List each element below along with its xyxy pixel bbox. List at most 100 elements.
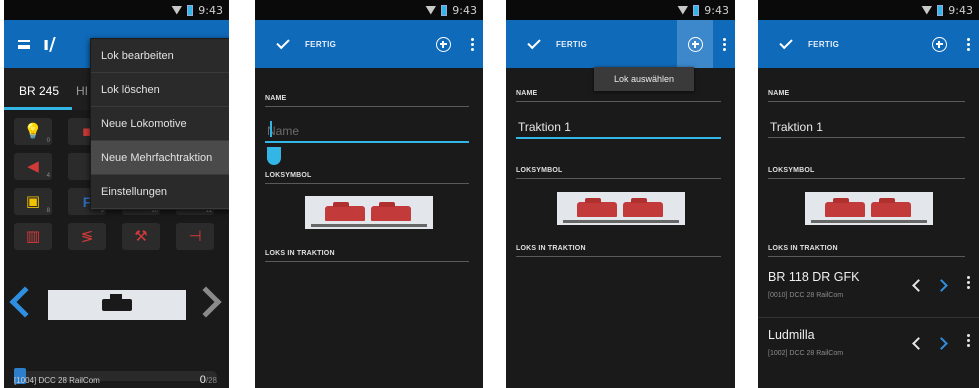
function-button[interactable]: ▣ 8 — [14, 188, 52, 215]
action-bar: FERTIG — [506, 20, 735, 68]
loco-name: BR 118 DR GFK — [768, 270, 860, 284]
loksymbol-label: LOKSYMBOL — [265, 172, 312, 179]
section-divider — [516, 101, 721, 102]
tab-br245[interactable]: BR 245 — [19, 84, 59, 98]
menu-item[interactable]: Lok bearbeiten — [91, 39, 229, 73]
done-label: FERTIG — [808, 39, 840, 49]
menu-item[interactable]: Neue Lokomotive — [91, 107, 229, 141]
status-time: 9:43 — [452, 3, 477, 17]
overflow-menu-icon[interactable] — [461, 20, 483, 68]
action-bar: FERTIG — [758, 20, 979, 68]
app-logo-icon: ı/ — [43, 34, 56, 55]
signal-icon: ≶ — [80, 227, 94, 245]
wifi-icon — [425, 5, 437, 15]
function-button[interactable]: 💡 0 — [14, 118, 52, 145]
section-divider — [265, 106, 469, 107]
crane-icon: ⚒ — [134, 227, 148, 245]
function-button[interactable]: ⚒ — [122, 223, 160, 250]
cursor-handle[interactable] — [267, 147, 281, 165]
name-input-underline — [516, 137, 721, 139]
wifi-icon — [677, 5, 689, 15]
buffer-icon: ⊣ — [188, 227, 202, 245]
name-input-underline — [768, 137, 965, 138]
tab-indicator — [4, 107, 72, 110]
direction-forward-icon[interactable] — [190, 286, 222, 318]
loco-symbol-image[interactable] — [305, 196, 433, 229]
lightbulb-icon: 💡 — [23, 122, 43, 140]
status-bar: 9:43 — [4, 0, 229, 20]
traction-loco-item[interactable]: BR 118 DR GFK [0010] DCC 28 RailCom — [758, 264, 979, 318]
screen-loco-control: 9:43 ı/ BR 245 HI 💡0▪◀4▣8F9☛10⊂⊃11▥≶⚒⊣ L… — [4, 0, 229, 388]
menu-item[interactable]: Neue Mehrfachtraktion — [91, 141, 229, 175]
add-icon — [687, 36, 703, 52]
loksymbol-label: LOKSYMBOL — [768, 167, 815, 174]
loksymbol-label: LOKSYMBOL — [516, 167, 563, 174]
chevron-right-icon[interactable] — [935, 279, 948, 292]
battery-icon — [441, 4, 448, 16]
section-divider — [265, 261, 469, 262]
add-icon — [435, 36, 451, 52]
track-icon: ▥ — [25, 227, 41, 245]
section-divider — [516, 178, 721, 179]
loco-symbol-image[interactable] — [556, 192, 685, 225]
done-label: FERTIG — [556, 39, 588, 49]
function-button[interactable]: ⊣ — [176, 223, 214, 250]
overflow-menu-icon[interactable] — [957, 20, 979, 68]
status-bar: 9:43 — [506, 0, 735, 20]
wifi-icon — [171, 5, 183, 15]
throttle-row — [4, 286, 229, 321]
function-button[interactable]: ◀ 4 — [14, 153, 52, 180]
item-menu-icon[interactable] — [967, 334, 971, 347]
overflow-menu-icon[interactable] — [713, 20, 735, 68]
name-input[interactable]: Traktion 1 — [518, 120, 571, 134]
direction-reverse-icon[interactable] — [9, 286, 41, 318]
loco-symbol-image[interactable] — [804, 192, 933, 225]
chevron-left-icon[interactable] — [912, 337, 925, 350]
name-input[interactable]: Name — [267, 124, 299, 138]
locos-in-traction-label: LOKS IN TRAKTION — [265, 250, 335, 257]
menu-item[interactable]: Lok löschen — [91, 73, 229, 107]
function-button[interactable]: ▥ — [14, 223, 52, 250]
status-bar: 9:43 — [255, 0, 483, 20]
check-icon — [276, 35, 290, 49]
menu-icon[interactable] — [18, 40, 30, 49]
done-button[interactable]: FERTIG — [758, 35, 840, 49]
speed-value: 0 — [199, 374, 206, 386]
function-number: 4 — [46, 173, 50, 179]
section-divider — [768, 101, 965, 102]
name-label: NAME — [516, 90, 538, 97]
battery-icon — [187, 4, 194, 16]
check-icon — [779, 35, 793, 49]
add-loco-button[interactable] — [425, 20, 461, 68]
wifi-icon — [921, 5, 933, 15]
function-button[interactable]: ≶ — [68, 223, 106, 250]
loco-silhouette-icon — [102, 294, 132, 311]
add-loco-button[interactable] — [921, 20, 957, 68]
tab-next[interactable]: HI — [76, 84, 88, 98]
loco-name: Ludmilla — [768, 328, 815, 342]
menu-item[interactable]: Einstellungen — [91, 175, 229, 209]
name-label: NAME — [265, 95, 287, 102]
speed-readout: 0/28 — [200, 374, 217, 386]
chevron-left-icon[interactable] — [912, 279, 925, 292]
done-button[interactable]: FERTIG — [506, 35, 588, 49]
status-time: 9:43 — [198, 3, 223, 17]
status-time: 9:43 — [948, 3, 973, 17]
add-loco-button[interactable] — [677, 20, 713, 68]
traction-loco-item[interactable]: Ludmilla [1002] DCC 28 RailCom — [758, 322, 979, 376]
item-menu-icon[interactable] — [967, 276, 971, 289]
loco-address: [1002] DCC 28 RailCom — [768, 350, 844, 357]
loco-address: [1004] DCC 28 RailCom — [14, 376, 100, 385]
speed-max: /28 — [205, 376, 217, 385]
name-label: NAME — [768, 90, 790, 97]
action-bar: FERTIG — [255, 20, 483, 68]
chevron-right-icon[interactable] — [935, 337, 948, 350]
overflow-menu: Lok bearbeiten Lok löschen Neue Lokomotive… — [90, 38, 229, 210]
function-number: 0 — [46, 138, 50, 144]
status-bar: 9:43 — [758, 0, 979, 20]
name-input-underline — [265, 141, 469, 143]
name-input[interactable]: Traktion 1 — [770, 120, 823, 134]
horn-icon: ◀ — [27, 157, 39, 175]
screen-new-traction-empty: 9:43 FERTIG NAME Name LOKSYMBOL LOKS IN … — [255, 0, 483, 388]
done-button[interactable]: FERTIG — [255, 35, 336, 49]
